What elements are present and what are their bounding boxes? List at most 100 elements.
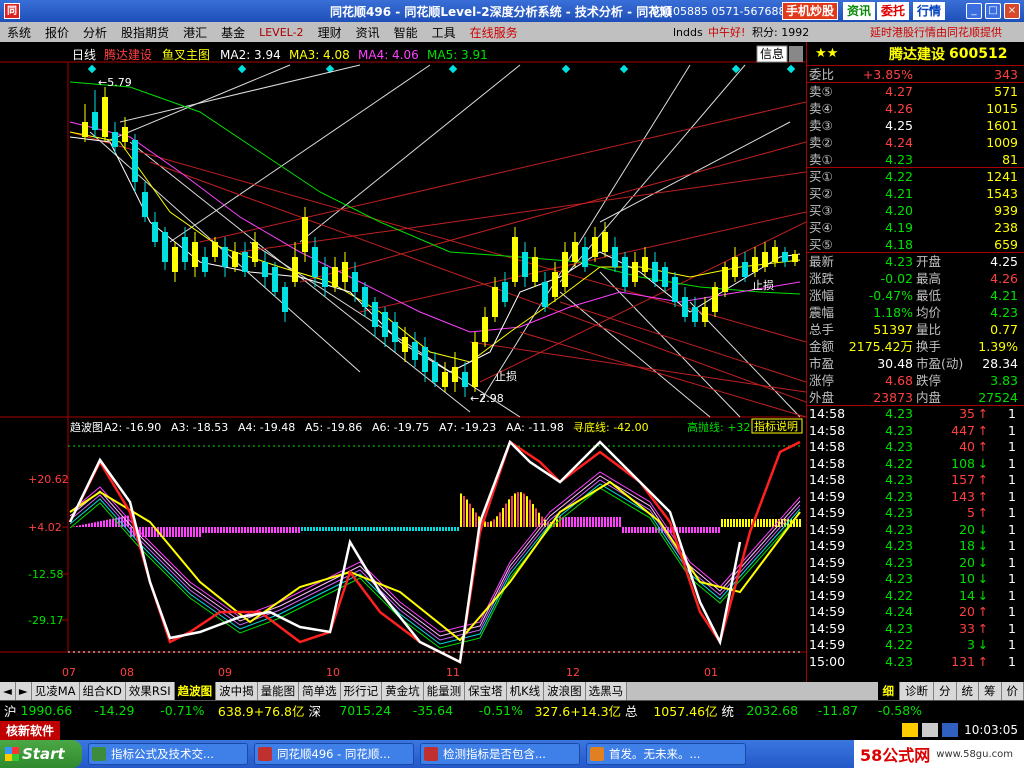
tab-9[interactable]: 能量测	[423, 682, 466, 700]
start-button[interactable]: Start	[0, 740, 82, 768]
tick-row: 14:59 4.23 10 ↓ 1	[807, 571, 1024, 588]
menu-item-10[interactable]: 工具	[425, 24, 463, 41]
histogram-bar	[487, 521, 489, 527]
favorite-star-icon[interactable]: ★★	[807, 46, 855, 61]
tick-volume: 35	[959, 406, 975, 421]
close-icon[interactable]: ×	[1004, 3, 1020, 19]
histogram-bar	[694, 527, 696, 533]
arrow-down-icon: ↓	[977, 521, 989, 537]
ask-row-label: 卖③	[809, 118, 833, 133]
minimize-icon[interactable]: _	[966, 3, 982, 19]
histogram-bar	[679, 527, 681, 533]
histogram-bar	[622, 527, 624, 533]
tick-row: 14:58 4.23 40 ↑ 1	[807, 439, 1024, 456]
tab-scroll-left-icon[interactable]: ◄	[0, 682, 16, 700]
signal-diamond	[619, 64, 629, 74]
histogram-bar	[601, 517, 603, 527]
histogram-bar	[175, 527, 177, 537]
candle-body	[242, 252, 248, 272]
candle-body	[422, 347, 428, 372]
tab-13[interactable]: 选黑马	[585, 682, 628, 700]
tab-8[interactable]: 黄金坑	[382, 682, 424, 700]
tab-1[interactable]: 组合KD	[79, 682, 126, 700]
taskbar-item-0[interactable]: 指标公式及技术交...	[88, 743, 248, 765]
notes-icon[interactable]	[922, 723, 939, 737]
histogram-bar	[280, 527, 282, 533]
stat-row: 震幅 1.18% 均价 4.23	[807, 304, 1024, 321]
maximize-icon[interactable]: □	[985, 3, 1001, 19]
histogram-bar	[445, 527, 447, 531]
menu-item-11[interactable]: 在线服务	[463, 24, 525, 41]
menu-item-4[interactable]: 港汇	[176, 24, 214, 41]
info-scroll-icon[interactable]	[789, 46, 803, 62]
tab-10[interactable]: 保宝塔	[465, 682, 507, 700]
histogram-bar	[202, 527, 204, 533]
tab-5[interactable]: 量能图	[257, 682, 300, 700]
panel-tab-5[interactable]: 价	[1001, 682, 1024, 700]
tab-6[interactable]: 简单选	[299, 682, 341, 700]
histogram-bar	[472, 508, 474, 527]
chart-area[interactable]: 日线 腾达建设 鱼叉主图 MA2: 3.94 MA3: 4.08 MA4: 4.06 MA5…	[0, 42, 806, 682]
taskbar-item-1[interactable]: 同花顺496 - 同花顺...	[254, 743, 414, 765]
stat-row: 涨停 4.68 跌停 3.83	[807, 372, 1024, 389]
candle-body	[232, 252, 238, 267]
tick-price: 4.22	[885, 637, 913, 652]
histogram-bar	[265, 527, 267, 533]
candle-body	[562, 252, 568, 287]
chat-icon[interactable]	[942, 723, 959, 737]
menu-status-1: 中午好!	[708, 26, 746, 39]
menu-item-9[interactable]: 智能	[387, 24, 425, 41]
tab-3[interactable]: 趋波图	[174, 682, 217, 700]
ask-row-price: 4.27	[885, 84, 913, 99]
tick-price: 4.22	[885, 587, 913, 603]
sub-header-8: 寻底线: -42.00	[573, 420, 649, 434]
menu-item-7[interactable]: 理财	[311, 24, 349, 41]
tab-11[interactable]: 机K线	[506, 682, 545, 700]
menu-item-8[interactable]: 资讯	[349, 24, 387, 41]
menu-item-3[interactable]: 股指期货	[114, 24, 176, 41]
bid-row-price: 4.22	[885, 169, 913, 184]
histogram-bar	[223, 527, 225, 533]
panel-tab-1[interactable]: 诊断	[900, 682, 934, 700]
taskbar-item-2[interactable]: 检测指标是否包含...	[420, 743, 580, 765]
histogram-bar	[319, 527, 321, 531]
panel-tab-4[interactable]: 筹	[979, 682, 1002, 700]
news-button[interactable]: 资讯	[843, 2, 876, 20]
histogram-bar	[412, 527, 414, 531]
news-ticker[interactable]: 核新软件	[0, 720, 61, 740]
bid-row-label: 买①	[809, 169, 833, 184]
tab-4[interactable]: 波中揭	[216, 682, 258, 700]
candle-body	[342, 262, 348, 282]
tab-scroll-right-icon[interactable]: ►	[15, 682, 32, 700]
tab-0[interactable]: 见凌MA	[31, 682, 80, 700]
tab-12[interactable]: 波浪图	[544, 682, 586, 700]
tick-volume: 20	[959, 604, 975, 619]
menu-item-1[interactable]: 报价	[38, 24, 76, 41]
tick-row: 14:59 4.22 3 ↓ 1	[807, 637, 1024, 654]
quote-button[interactable]: 行情	[913, 2, 946, 20]
menu-item-6[interactable]: LEVEL-2	[252, 26, 310, 39]
menu-item-5[interactable]: 基金	[214, 24, 252, 41]
panel-tab-2[interactable]: 分	[934, 682, 957, 700]
panel-tab-3[interactable]: 统	[956, 682, 979, 700]
stat-row: 涨跌 -0.02 最高 4.26	[807, 270, 1024, 287]
candle-body	[492, 287, 498, 317]
arrow-up-icon: ↑	[977, 653, 989, 669]
taskbar-item-3[interactable]: 首发。无未来。...	[586, 743, 746, 765]
histogram-bar	[334, 527, 336, 531]
panel-tab-0[interactable]: 细	[877, 682, 900, 700]
histogram-bar	[685, 527, 687, 533]
histogram-bar	[631, 527, 633, 533]
quote-panel: ★★ 腾达建设 600512 委比 +3.85% 343 卖⑤ 4.27 571 卖④ 4.26 10…	[806, 42, 1024, 682]
mobile-trade-button[interactable]: 手机炒股	[782, 2, 839, 20]
alarm-icon[interactable]	[902, 723, 919, 737]
order-button[interactable]: 委托	[877, 2, 910, 20]
clock: 10:03:05	[964, 723, 1018, 737]
tab-7[interactable]: 形行记	[340, 682, 383, 700]
menu-item-2[interactable]: 分析	[76, 24, 114, 41]
tab-2[interactable]: 效果RSI	[125, 682, 175, 700]
histogram-bar	[718, 527, 720, 533]
histogram-bar	[97, 521, 99, 527]
menu-item-0[interactable]: 系统	[0, 24, 38, 41]
candle-body	[522, 252, 528, 277]
